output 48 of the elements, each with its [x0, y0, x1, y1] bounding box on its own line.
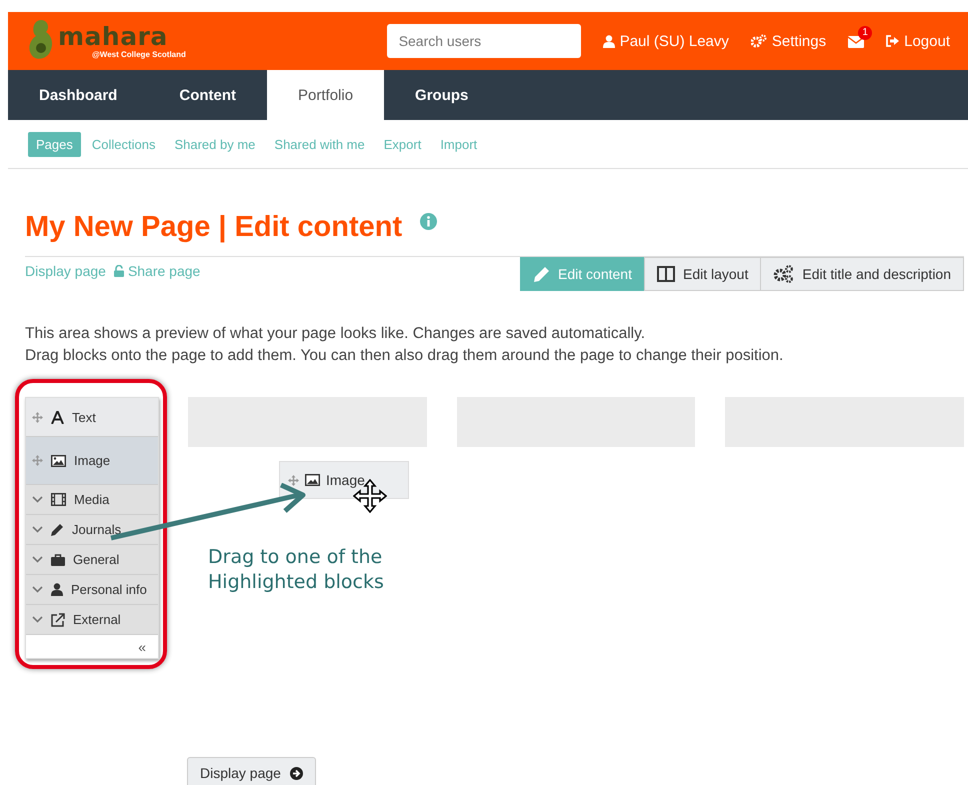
- text-icon: [51, 410, 64, 424]
- briefcase-icon: [51, 554, 65, 566]
- palette-item[interactable]: Personal info: [26, 575, 158, 605]
- palette-item[interactable]: Journals: [26, 515, 158, 545]
- image-icon: [305, 474, 320, 486]
- pencil-icon: [51, 523, 64, 536]
- annotation-text: Drag to one of the Highlighted blocks: [208, 545, 384, 595]
- palette-item[interactable]: Image: [26, 437, 158, 485]
- arrow-right-icon: [290, 766, 303, 780]
- logout-icon: [886, 35, 900, 47]
- gears-icon: [773, 265, 794, 283]
- chevron-icon: [32, 556, 43, 563]
- chevron-icon: [32, 616, 43, 623]
- gear-icon: [750, 34, 767, 48]
- chevron-icon: [32, 586, 43, 593]
- collapse-button[interactable]: «: [138, 638, 146, 654]
- user-icon: [602, 34, 615, 48]
- message-count-badge: 1: [858, 26, 872, 40]
- nav-tab[interactable]: Content: [148, 70, 268, 120]
- palette-item[interactable]: External: [26, 605, 158, 635]
- edit-tab[interactable]: Edit layout: [644, 257, 762, 291]
- palette-item[interactable]: Media: [26, 485, 158, 515]
- envelope-icon[interactable]: [848, 36, 864, 48]
- chevron-icon: [32, 496, 43, 503]
- person-icon: [51, 583, 63, 596]
- external-link-icon: [51, 612, 65, 626]
- nav-tab[interactable]: Dashboard: [8, 70, 148, 120]
- lock-icon: [114, 265, 124, 277]
- palette-item[interactable]: Text: [26, 398, 158, 437]
- nav-tab[interactable]: Groups: [384, 70, 500, 120]
- palette-item[interactable]: General: [26, 545, 158, 575]
- info-icon[interactable]: [420, 213, 438, 230]
- page-title: My New Page | Edit content: [25, 211, 402, 244]
- move-icon: [32, 455, 43, 466]
- edit-tab[interactable]: Edit title and description: [760, 257, 964, 291]
- columns-icon: [656, 266, 675, 282]
- film-icon: [51, 493, 66, 506]
- image-icon: [51, 454, 66, 466]
- move-icon: [288, 474, 299, 486]
- chevron-icon: [32, 526, 43, 533]
- search-field[interactable]: Search users: [386, 24, 581, 58]
- display-page-button[interactable]: Display page: [187, 757, 316, 785]
- nav-tab[interactable]: Portfolio: [267, 70, 384, 120]
- logo-subtitle: @West College Scotland: [92, 50, 186, 58]
- pencil-icon: [533, 266, 550, 282]
- move-icon: [32, 412, 43, 422]
- logo-name: mahara: [58, 24, 169, 50]
- intro-text: This area shows a preview of what your page looks like. Changes are saved automatically. Drag blocks onto the page to add them. You can then also drag them around the page to change their position.: [25, 324, 784, 366]
